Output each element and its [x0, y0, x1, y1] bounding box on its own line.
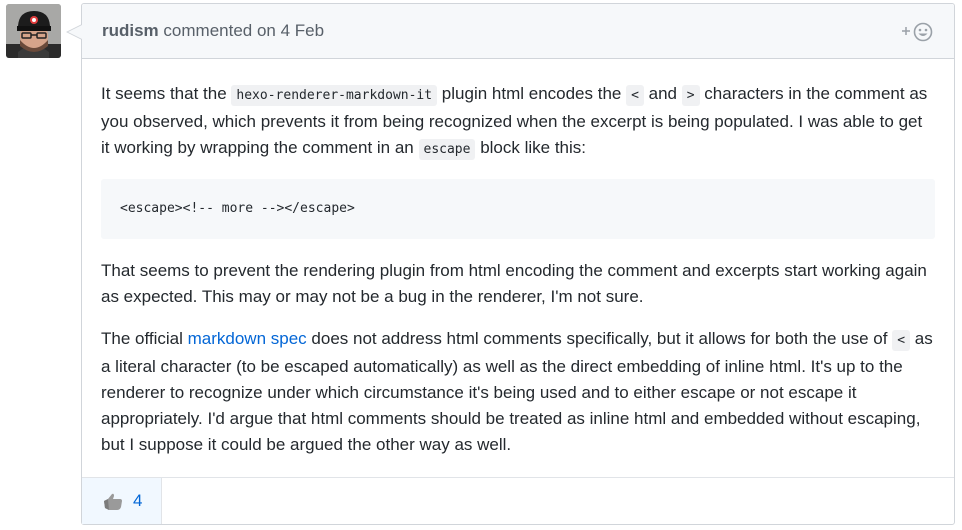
smiley-plus-icon: [902, 22, 933, 42]
text: It seems that the: [101, 84, 232, 103]
text: and: [643, 84, 682, 103]
avatar-image: [6, 4, 61, 58]
comment-date[interactable]: 4 Feb: [281, 21, 324, 40]
avatar[interactable]: [6, 4, 61, 58]
comment-header: rudism commented on 4 Feb: [82, 4, 954, 59]
author-link[interactable]: rudism: [102, 21, 159, 40]
text: does not address html comments specifica…: [306, 329, 893, 348]
inline-code: escape: [418, 139, 476, 160]
reactions-bar: 4: [82, 477, 954, 524]
comment-body: It seems that the hexo-renderer-markdown…: [82, 59, 954, 458]
comment-action: commented on: [163, 21, 276, 40]
comment-meta: rudism commented on 4 Feb: [102, 21, 324, 41]
add-reaction-button[interactable]: [899, 20, 937, 44]
text: block like this:: [475, 138, 587, 157]
text: plugin html encodes the: [437, 84, 627, 103]
reaction-count: 4: [133, 491, 143, 510]
code-block: <escape><!-- more --></escape>: [101, 179, 935, 239]
markdown-spec-link[interactable]: markdown spec: [188, 329, 307, 348]
text: The official: [101, 329, 188, 348]
thumbs-up-reaction-button[interactable]: 4: [82, 478, 162, 524]
thumbs-up-icon: [104, 493, 122, 510]
inline-code: <: [626, 85, 644, 106]
inline-code: hexo-renderer-markdown-it: [231, 85, 438, 106]
comment-caret-fill: [68, 25, 82, 39]
paragraph-1: It seems that the hexo-renderer-markdown…: [101, 81, 935, 163]
paragraph-2: That seems to prevent the rendering plug…: [101, 261, 927, 306]
paragraph-3: The official markdown spec does not addr…: [101, 326, 935, 458]
inline-code: <: [892, 330, 911, 351]
inline-code: >: [681, 85, 700, 106]
comment-card: rudism commented on 4 Feb It seems that …: [66, 3, 955, 525]
